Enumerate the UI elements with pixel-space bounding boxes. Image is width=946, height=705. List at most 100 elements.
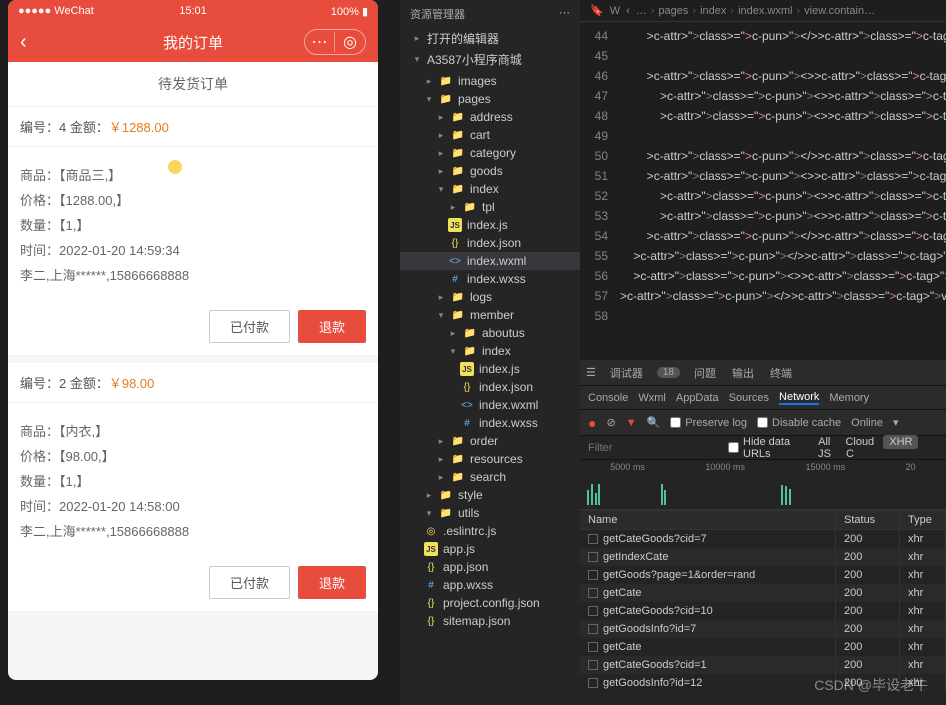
capsule[interactable]: ⋯ ◎ [304, 29, 366, 55]
tree-label: index.js [479, 362, 520, 376]
crumb[interactable]: view.contain… [804, 5, 875, 17]
inspect-icon[interactable]: ☰ [586, 366, 596, 379]
chip-C[interactable]: C [840, 447, 860, 461]
tree-item-tpl[interactable]: ▸📁 tpl [400, 198, 580, 216]
tab-network[interactable]: Network [779, 391, 819, 405]
explorer-header: 资源管理器⋯ [400, 0, 580, 28]
chip-XHR[interactable]: XHR [883, 435, 918, 449]
tree-item-app.wxss[interactable]: # app.wxss [400, 576, 580, 594]
back-icon[interactable]: ‹ [20, 31, 27, 54]
tree-item-index.wxss[interactable]: # index.wxss [400, 414, 580, 432]
target-icon[interactable]: ◎ [335, 32, 365, 52]
crumb[interactable]: index.wxml [738, 5, 792, 17]
network-row[interactable]: getCate 200 xhr [580, 584, 946, 602]
tree-item-app.json[interactable]: {} app.json [400, 558, 580, 576]
tree-item-member[interactable]: ▾📁 member [400, 306, 580, 324]
tab-appdata[interactable]: AppData [676, 392, 719, 404]
tree-item-project.config.json[interactable]: {} project.config.json [400, 594, 580, 612]
tree-item-index.json[interactable]: {} index.json [400, 234, 580, 252]
tab-header[interactable]: 待发货订单 [8, 62, 378, 107]
tab-problems[interactable]: 问题 [692, 365, 718, 381]
tree-label: style [458, 488, 483, 502]
record-icon[interactable]: ● [588, 415, 596, 431]
network-row[interactable]: getCateGoods?cid=7 200 xhr [580, 530, 946, 548]
tree-item-order[interactable]: ▸📁 order [400, 432, 580, 450]
order-goods: 商品：【内衣,】 [20, 421, 366, 440]
nav-bar: ‹ 我的订单 ⋯ ◎ [8, 22, 378, 62]
refund-button[interactable]: 退款 [298, 566, 366, 599]
search-icon[interactable]: 🔍 [647, 416, 661, 429]
disable-cache-check[interactable]: Disable cache [757, 417, 841, 429]
crumb[interactable]: … [636, 5, 647, 17]
tree-item-.eslintrc.js[interactable]: ◎ .eslintrc.js [400, 522, 580, 540]
tree-label: index.wxss [467, 272, 526, 286]
tree-item-goods[interactable]: ▸📁 goods [400, 162, 580, 180]
tree-item-utils[interactable]: ▾📁 utils [400, 504, 580, 522]
tree-label: index [470, 182, 499, 196]
tree-label: search [470, 470, 506, 484]
tree-item-search[interactable]: ▸📁 search [400, 468, 580, 486]
tree-item-index.wxml[interactable]: <> index.wxml [400, 396, 580, 414]
tree-item-resources[interactable]: ▸📁 resources [400, 450, 580, 468]
tab-console[interactable]: Console [588, 392, 628, 404]
tree-item-address[interactable]: ▸📁 address [400, 108, 580, 126]
open-editors-section[interactable]: ▸打开的编辑器 [400, 28, 580, 49]
tree-item-sitemap.json[interactable]: {} sitemap.json [400, 612, 580, 630]
paid-button[interactable]: 已付款 [209, 566, 290, 599]
menu-icon[interactable]: ⋯ [305, 32, 335, 52]
hide-data-urls-check[interactable]: Hide data URLs [728, 436, 802, 460]
tree-item-index[interactable]: ▾📁 index [400, 342, 580, 360]
paid-button[interactable]: 已付款 [209, 310, 290, 343]
clock: 15:01 [179, 5, 207, 17]
tree-item-pages[interactable]: ▾📁 pages [400, 90, 580, 108]
bookmark-icon[interactable]: 🔖 [590, 4, 604, 17]
tab-sources[interactable]: Sources [729, 392, 769, 404]
crumb[interactable]: index [700, 5, 726, 17]
tree-label: member [470, 308, 514, 322]
project-root[interactable]: ▾A3587小程序商城 [400, 49, 580, 70]
devtools-tabs-secondary: Console Wxml AppData Sources Network Memory [580, 386, 946, 410]
order-address: 李二,上海******,15866668888 [20, 265, 366, 284]
network-row[interactable]: getCateGoods?cid=10 200 xhr [580, 602, 946, 620]
tree-item-cart[interactable]: ▸📁 cart [400, 126, 580, 144]
refund-button[interactable]: 退款 [298, 310, 366, 343]
tree-item-index.wxss[interactable]: # index.wxss [400, 270, 580, 288]
crumb[interactable]: pages [658, 5, 688, 17]
network-row[interactable]: getIndexCate 200 xhr [580, 548, 946, 566]
badge-count: 18 [657, 367, 680, 378]
network-row[interactable]: getGoodsInfo?id=7 200 xhr [580, 620, 946, 638]
tree-item-index.js[interactable]: JS index.js [400, 216, 580, 234]
tree-item-index.js[interactable]: JS index.js [400, 360, 580, 378]
tab-wxml[interactable]: Wxml [638, 392, 666, 404]
tree-item-images[interactable]: ▸📁 images [400, 72, 580, 90]
timeline[interactable]: 5000 ms10000 ms15000 ms20 [580, 460, 946, 510]
tree-item-app.js[interactable]: JS app.js [400, 540, 580, 558]
tree-item-index[interactable]: ▾📁 index [400, 180, 580, 198]
tab-memory[interactable]: Memory [829, 392, 869, 404]
network-row[interactable]: getCate 200 xhr [580, 638, 946, 656]
filter-icon[interactable]: ▼ [626, 417, 637, 429]
tree-item-index.json[interactable]: {} index.json [400, 378, 580, 396]
throttling-select[interactable]: Online [851, 417, 883, 429]
filter-input[interactable] [588, 442, 718, 454]
tree-item-logs[interactable]: ▸📁 logs [400, 288, 580, 306]
tab-debugger[interactable]: 调试器 [608, 365, 645, 381]
preserve-log-check[interactable]: Preserve log [670, 417, 747, 429]
tree-item-aboutus[interactable]: ▸📁 aboutus [400, 324, 580, 342]
network-row[interactable]: getGoodsInfo?id=12 200 xhr [580, 674, 946, 692]
network-row[interactable]: getGoods?page=1&order=rand 200 xhr [580, 566, 946, 584]
tree-item-style[interactable]: ▸📁 style [400, 486, 580, 504]
tab-terminal[interactable]: 终端 [768, 365, 794, 381]
network-row[interactable]: getCateGoods?cid=1 200 xhr [580, 656, 946, 674]
tree-item-category[interactable]: ▸📁 category [400, 144, 580, 162]
order-address: 李二,上海******,15866668888 [20, 521, 366, 540]
code-body[interactable]: >c-attr>">class>=">c-pun>"></>>c-attr>">… [620, 22, 946, 326]
phone-simulator: ●●●●● WeChat 15:01 100% ▮ ‹ 我的订单 ⋯ ◎ 待发货… [8, 0, 378, 680]
chip-JS[interactable]: JS [812, 447, 837, 461]
chevron-down-icon[interactable]: ▾ [893, 416, 899, 429]
clear-icon[interactable]: ⊘ [606, 416, 615, 429]
tab-output[interactable]: 输出 [730, 365, 756, 381]
order-price: 价格：【1288.00,】 [20, 190, 366, 209]
breadcrumb[interactable]: 🔖 W‹ … › pages › index › index.wxml › vi… [580, 0, 946, 22]
tree-item-index.wxml[interactable]: <> index.wxml [400, 252, 580, 270]
